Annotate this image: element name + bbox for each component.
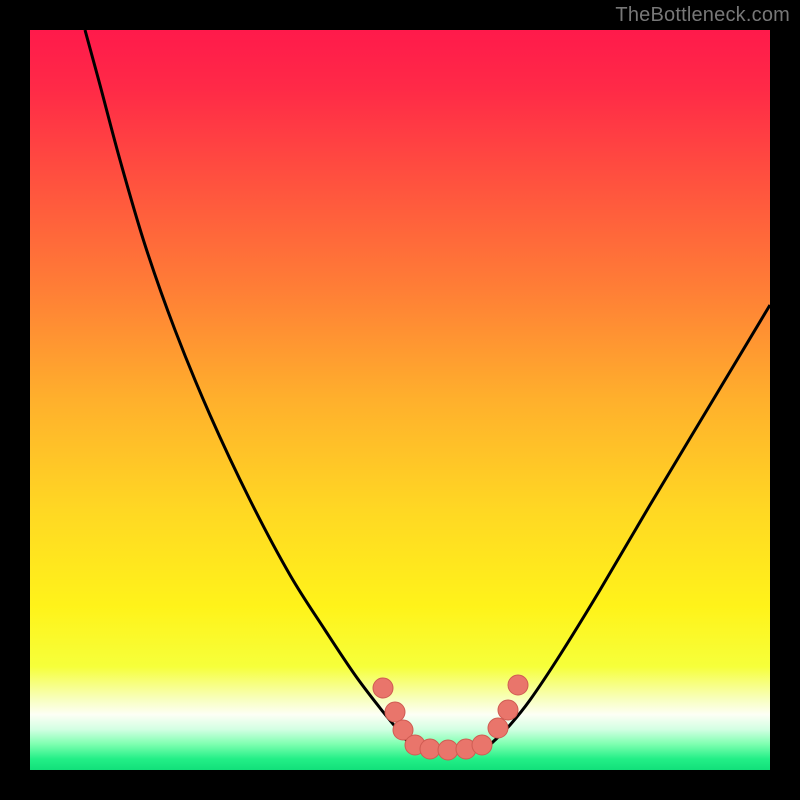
marker-dot (498, 700, 518, 720)
plot-area (30, 30, 770, 770)
chart-frame: TheBottleneck.com (0, 0, 800, 800)
marker-dot (420, 739, 440, 759)
plot-background (30, 30, 770, 770)
watermark-text: TheBottleneck.com (615, 4, 790, 27)
chart-svg (30, 30, 770, 770)
marker-dot (508, 675, 528, 695)
marker-dot (373, 678, 393, 698)
marker-dot (472, 735, 492, 755)
marker-dot (488, 718, 508, 738)
marker-dot (438, 740, 458, 760)
marker-dot (385, 702, 405, 722)
